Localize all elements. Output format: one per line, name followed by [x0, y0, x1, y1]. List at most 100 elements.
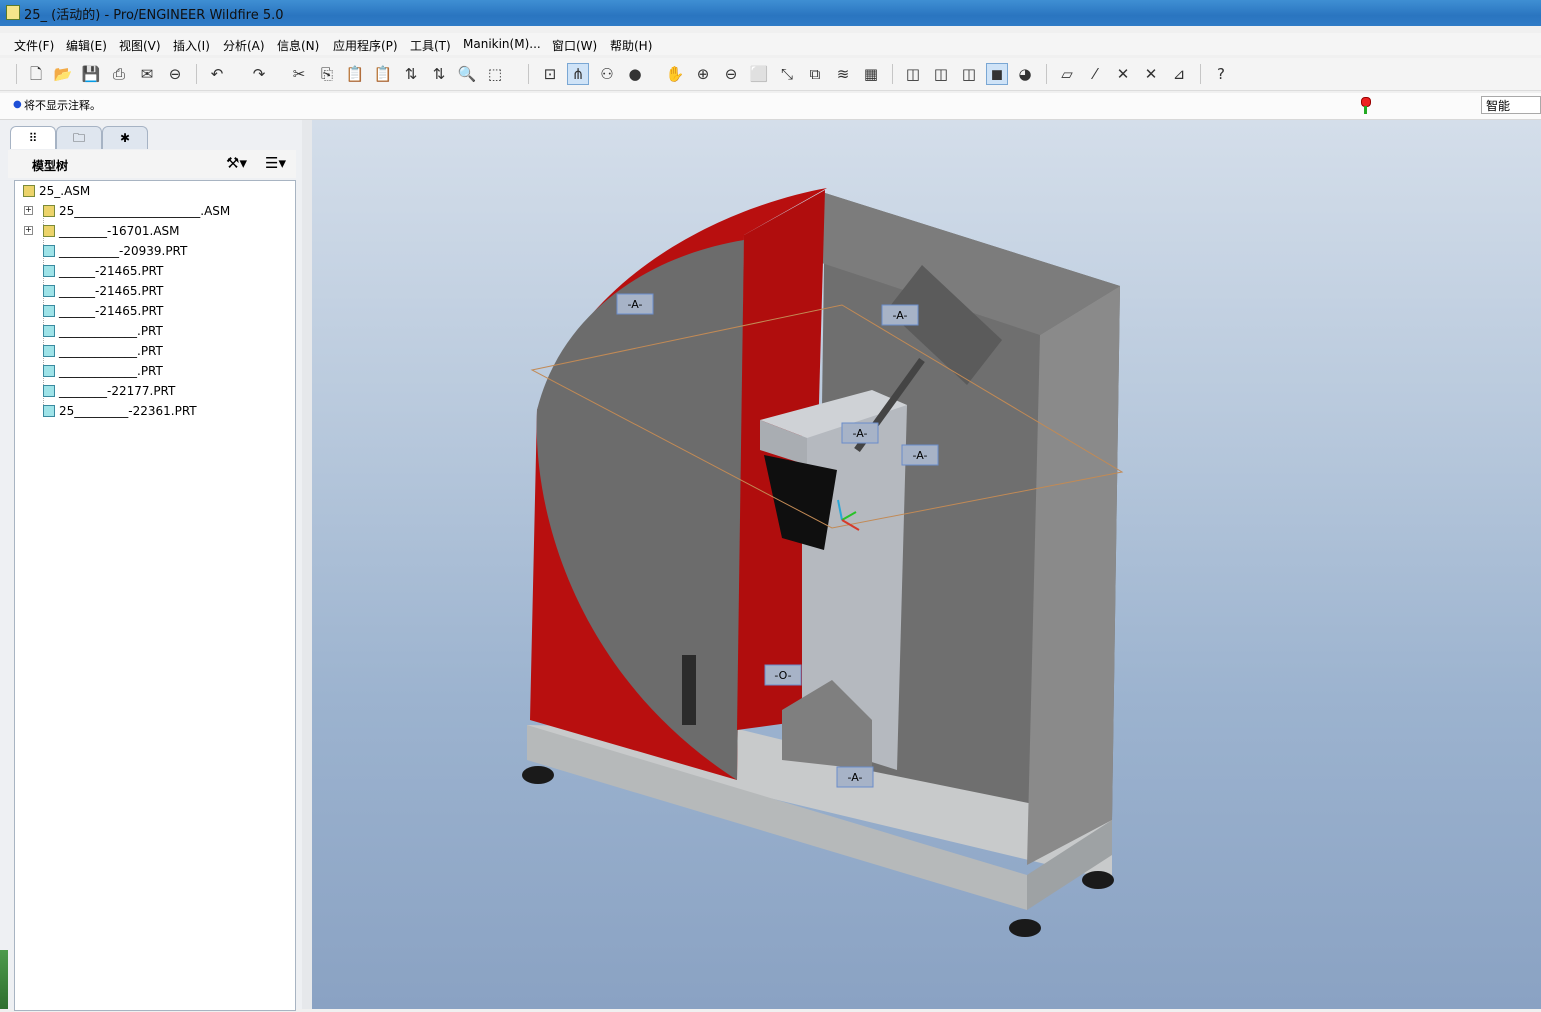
model-tree-tab[interactable]: ⠿	[10, 126, 56, 149]
toolbar-separator	[196, 64, 197, 84]
zoom-out-icon[interactable]: ⊖	[720, 63, 742, 85]
undo-icon[interactable]: ↶	[206, 63, 228, 85]
part-icon	[43, 305, 55, 317]
menu-edit[interactable]: 编辑(E)	[66, 37, 107, 54]
message-text: 将不显示注释。	[24, 99, 101, 112]
find-icon[interactable]: 🔍	[456, 63, 478, 85]
menu-applications[interactable]: 应用程序(P)	[333, 37, 398, 54]
coordinate-systems-icon[interactable]: ✕	[1140, 63, 1162, 85]
open-file-icon[interactable]: 📂	[52, 63, 74, 85]
part-icon	[43, 245, 55, 257]
datum-display-icon[interactable]: ⋔	[567, 63, 589, 85]
refit-icon[interactable]: ⬜	[748, 63, 770, 85]
part-icon	[43, 325, 55, 337]
expand-icon[interactable]: +	[24, 226, 33, 235]
selection-filter[interactable]: 智能	[1481, 96, 1541, 114]
copy-icon[interactable]: ⎘	[316, 63, 338, 85]
saved-views-icon[interactable]: ⧉	[804, 63, 826, 85]
regenerate-icon[interactable]: ⇅	[400, 63, 422, 85]
menu-analysis[interactable]: 分析(A)	[223, 37, 265, 54]
wireframe-icon[interactable]: ◫	[902, 63, 924, 85]
tree-node[interactable]: 25_________-22361.PRT	[15, 401, 293, 421]
zoom-in-icon[interactable]: ⊕	[692, 63, 714, 85]
menu-info[interactable]: 信息(N)	[277, 37, 319, 54]
tree-node[interactable]: __________-20939.PRT	[15, 241, 293, 261]
part-icon	[43, 285, 55, 297]
pan-icon[interactable]: ✋	[664, 63, 686, 85]
foot	[522, 766, 554, 784]
datum-axes-icon[interactable]: ⁄	[1084, 63, 1106, 85]
menu-insert[interactable]: 插入(I)	[173, 37, 210, 54]
hidden-line-icon[interactable]: ◫	[930, 63, 952, 85]
menu-manikin[interactable]: Manikin(M)...	[463, 37, 541, 51]
datum-tag[interactable]: -A-	[616, 293, 654, 315]
favorites-icon: ✱	[119, 131, 131, 145]
tree-columns-icon[interactable]: ☰▾	[265, 154, 286, 172]
shaded-icon[interactable]: ◼	[986, 63, 1008, 85]
tree-node[interactable]: _____________.PRT	[15, 321, 293, 341]
tree-node[interactable]: + 25_____________________.ASM	[15, 201, 293, 221]
datum-tag[interactable]: -A-	[881, 304, 919, 326]
spin-center-icon[interactable]: ⊡	[539, 63, 561, 85]
redo-icon[interactable]: ↷	[248, 63, 270, 85]
datum-points-icon[interactable]: ✕	[1112, 63, 1134, 85]
graphics-viewport[interactable]: -A- -A- -A- -A- -O- -A-	[312, 120, 1541, 1009]
email-icon[interactable]: ✉	[136, 63, 158, 85]
paste-icon[interactable]: 📋	[344, 63, 366, 85]
toolbar-separator	[892, 64, 893, 84]
tree-node[interactable]: _____________.PRT	[15, 341, 293, 361]
enhanced-realism-icon[interactable]: ◕	[1014, 63, 1036, 85]
menu-tools[interactable]: 工具(T)	[410, 37, 451, 54]
select-box-icon[interactable]: ⬚	[484, 63, 506, 85]
context-help-icon[interactable]: ?	[1210, 63, 1232, 85]
no-hidden-icon[interactable]: ◫	[958, 63, 980, 85]
folder-browser-tab[interactable]: 🗀	[56, 126, 102, 149]
datum-tag[interactable]: -A-	[901, 444, 939, 466]
datum-tag[interactable]: -A-	[836, 766, 874, 788]
svg-text:-A-: -A-	[628, 298, 643, 311]
foot	[1009, 919, 1041, 937]
tree-node[interactable]: ______-21465.PRT	[15, 301, 293, 321]
model-tree-icon: ⠿	[28, 131, 38, 145]
favorites-tab[interactable]: ✱	[102, 126, 148, 149]
cut-icon[interactable]: ✂	[288, 63, 310, 85]
menu-help[interactable]: 帮助(H)	[610, 37, 652, 54]
layers-icon[interactable]: ≋	[832, 63, 854, 85]
datum-planes-icon[interactable]: ▱	[1056, 63, 1078, 85]
tree-node[interactable]: ________-22177.PRT	[15, 381, 293, 401]
svg-text:-A-: -A-	[913, 449, 928, 462]
tree-node[interactable]: _____________.PRT	[15, 361, 293, 381]
panel-splitter[interactable]	[302, 120, 312, 1009]
new-file-icon[interactable]: 🗋	[25, 63, 47, 85]
tree-node-label: 25_________-22361.PRT	[59, 404, 197, 418]
appearance-icon[interactable]: ▦	[860, 63, 882, 85]
tree-node-label: 25_____________________.ASM	[59, 204, 231, 218]
tree-node-label: ________-16701.ASM	[59, 224, 180, 238]
shading-icon[interactable]: ●	[624, 63, 646, 85]
datum-tag[interactable]: -O-	[764, 664, 802, 686]
print-icon[interactable]: ⎙	[108, 63, 130, 85]
datum-tag[interactable]: -A-	[841, 422, 879, 444]
navigator-panel: ⠿ 🗀 ✱ 模型树 ⚒▾ ☰▾ 25_.ASM + 25____________…	[0, 120, 312, 1011]
menu-window[interactable]: 窗口(W)	[552, 37, 597, 54]
menu-view[interactable]: 视图(V)	[119, 37, 161, 54]
tree-node-label: __________-20939.PRT	[59, 244, 188, 258]
menu-file[interactable]: 文件(F)	[14, 37, 54, 54]
save-icon[interactable]: 💾	[80, 63, 102, 85]
close-window-icon[interactable]: ⊖	[164, 63, 186, 85]
tree-node-label: _____________.PRT	[59, 344, 163, 358]
reorient-icon[interactable]: ⤡	[776, 63, 798, 85]
app-icon	[6, 5, 20, 20]
tree-node-root[interactable]: 25_.ASM	[15, 181, 293, 201]
annotations-icon[interactable]: ⊿	[1168, 63, 1190, 85]
tree-node[interactable]: ______-21465.PRT	[15, 261, 293, 281]
regen-manager-icon[interactable]: ⇅	[428, 63, 450, 85]
window-title: 25_ (活动的) - Pro/ENGINEER Wildfire 5.0	[24, 8, 284, 23]
expand-icon[interactable]: +	[24, 206, 33, 215]
main-toolbar: 🗋 📂 💾 ⎙ ✉ ⊖ ↶ ↷ ✂ ⎘ 📋 📋 ⇅ ⇅ 🔍 ⬚ ⊡ ⋔ ⚇ ● …	[0, 58, 1541, 91]
tree-settings-icon[interactable]: ⚒▾	[226, 154, 247, 172]
tree-node[interactable]: + ________-16701.ASM	[15, 221, 293, 241]
view-manager-icon[interactable]: ⚇	[596, 63, 618, 85]
paste-special-icon[interactable]: 📋	[372, 63, 394, 85]
tree-node[interactable]: ______-21465.PRT	[15, 281, 293, 301]
